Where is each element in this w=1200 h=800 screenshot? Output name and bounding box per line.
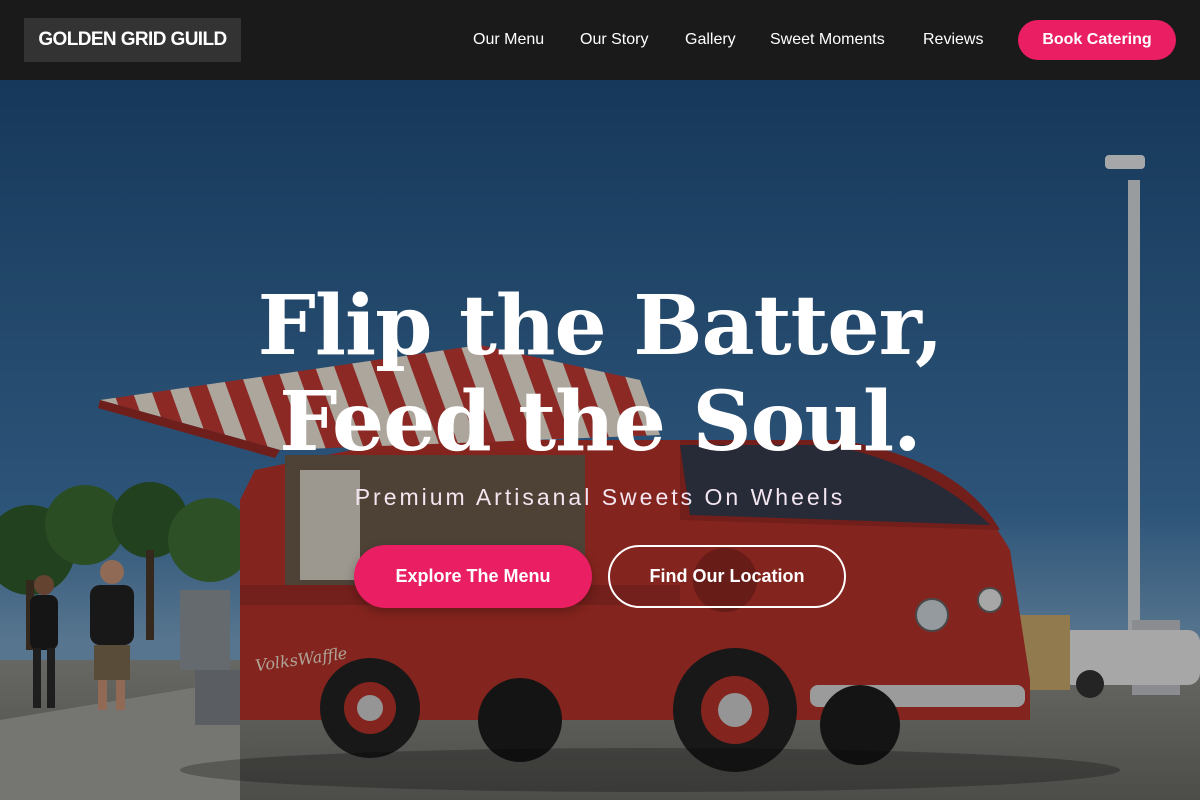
find-location-button[interactable]: Find Our Location (608, 545, 846, 608)
explore-menu-button[interactable]: Explore The Menu (354, 545, 592, 608)
book-catering-button[interactable]: Book Catering (1018, 20, 1176, 60)
hero-subtitle: Premium Artisanal Sweets On Wheels (354, 484, 846, 510)
nav-link-sweet-moments[interactable]: Sweet Moments (770, 30, 885, 50)
nav-link-gallery[interactable]: Gallery (685, 30, 736, 50)
hero-title-line-1: Flip the Batter, (257, 278, 944, 374)
nav-link-our-story[interactable]: Our Story (580, 30, 648, 50)
nav-link-our-menu[interactable]: Our Menu (473, 30, 544, 50)
nav-link-reviews[interactable]: Reviews (923, 30, 983, 50)
site-header: GOLDEN GRID GUILD Our Menu Our Story Gal… (0, 0, 1200, 80)
hero-title-line-2: Feed the Soul. (279, 374, 921, 470)
hero-section: VolksWaffle Flip the Batter, Feed the So… (0, 80, 1200, 800)
hero-title: Flip the Batter, Feed the Soul. (0, 278, 1200, 470)
